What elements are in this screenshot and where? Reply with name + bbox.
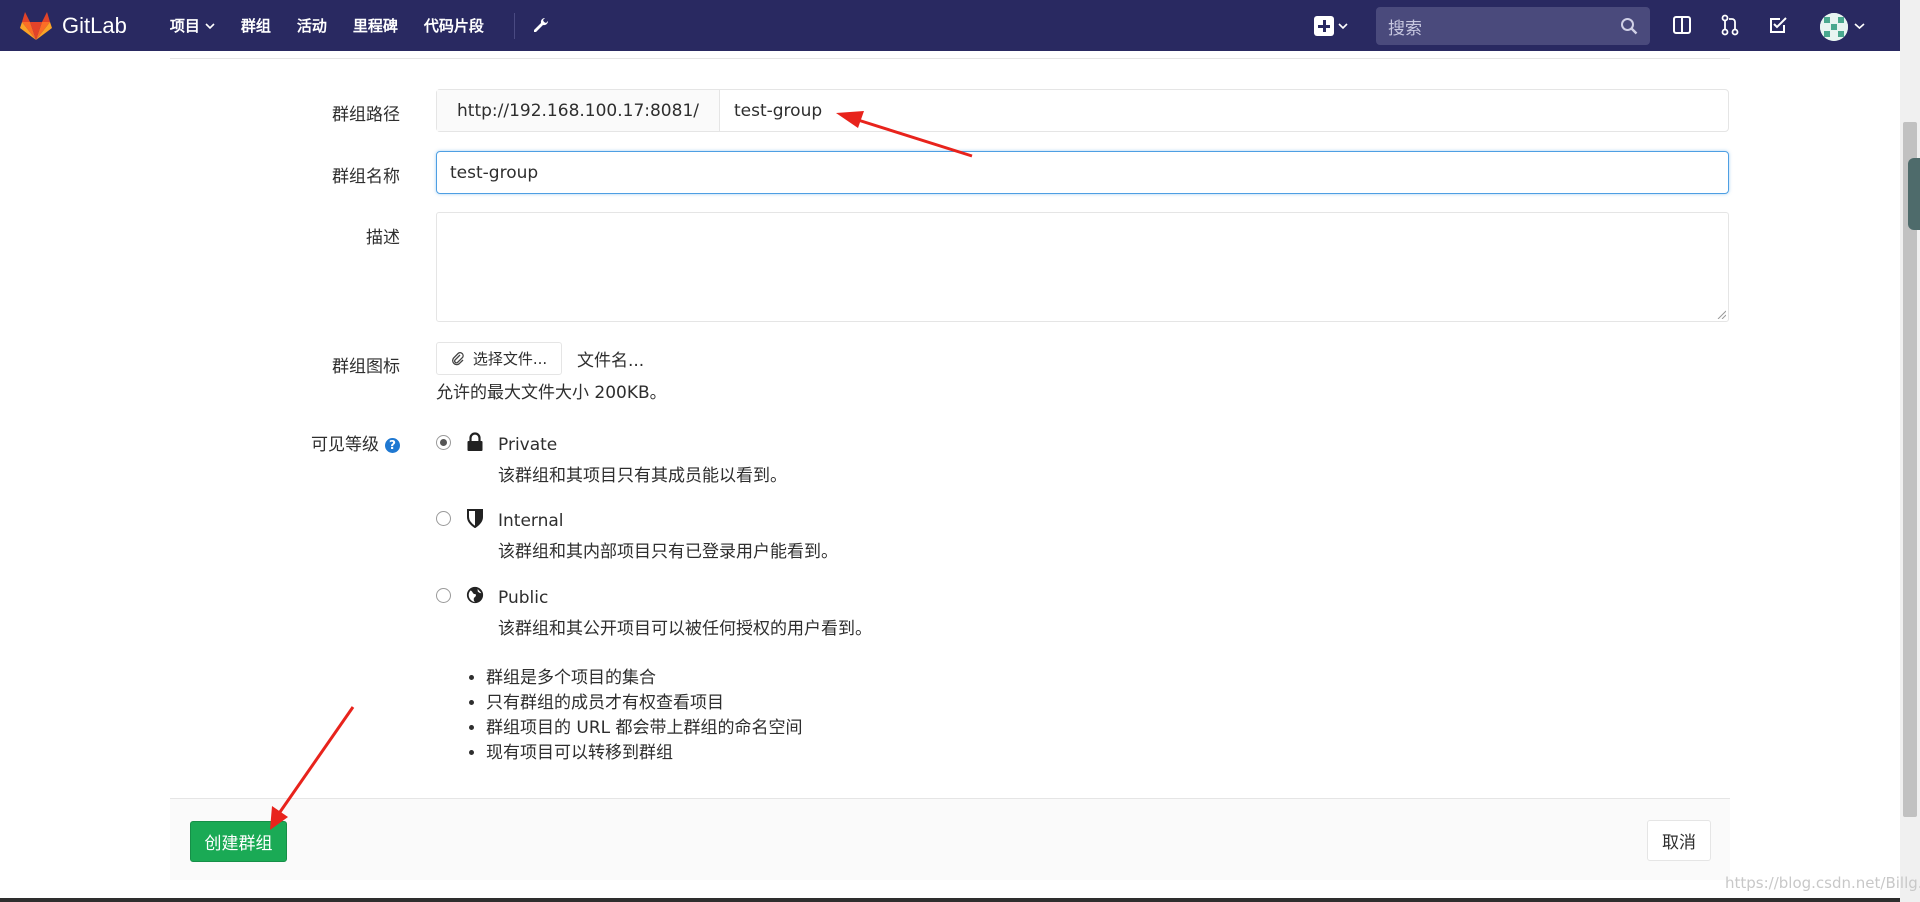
group-path-input[interactable]: test-group (720, 90, 1728, 131)
group-path-prefix: http://192.168.100.17:8081/ (437, 90, 720, 131)
nav-snippets[interactable]: 代码片段 (424, 15, 484, 36)
gitlab-tanuki-icon (20, 11, 52, 40)
private-radio[interactable] (436, 435, 451, 450)
choose-file-label: 选择文件... (472, 350, 548, 368)
nav-projects[interactable]: 项目 (170, 15, 215, 36)
avatar[interactable] (1820, 13, 1848, 41)
watermark: https://blog.csdn.net/Billg... (1725, 874, 1920, 892)
search-input[interactable]: 搜索 (1376, 7, 1650, 45)
file-size-hint: 允许的最大文件大小 200KB。 (436, 383, 667, 403)
page-bottom-edge (0, 898, 1900, 902)
chevron-down-icon (1338, 22, 1348, 29)
visibility-label: 可见等级? (170, 430, 400, 455)
chevron-down-icon (1854, 23, 1865, 30)
create-group-button[interactable]: 创建群组 (190, 821, 287, 862)
chevron-down-icon (205, 22, 215, 29)
internal-description: 该群组和其内部项目只有已登录用户能看到。 (498, 542, 838, 562)
file-name-text: 文件名... (577, 351, 645, 371)
internal-radio[interactable] (436, 511, 451, 526)
top-navbar: GitLab 项目 群组 活动 里程碑 代码片段 搜索 (0, 0, 1900, 51)
group-name-input[interactable]: test-group (436, 151, 1729, 194)
nav-groups[interactable]: 群组 (241, 15, 271, 36)
group-name-label: 群组名称 (332, 167, 400, 187)
form-actions-bar (170, 798, 1730, 880)
public-radio[interactable] (436, 588, 451, 603)
gitlab-logo[interactable]: GitLab (20, 11, 127, 41)
internal-title: Internal (498, 511, 564, 531)
visibility-label-text: 可见等级 (311, 435, 379, 455)
globe-icon (466, 586, 484, 604)
help-icon[interactable]: ? (385, 437, 400, 453)
identicon-icon (1820, 13, 1848, 41)
choose-file-button[interactable]: 选择文件... (436, 342, 562, 375)
sidebar-toggle-icon[interactable] (1671, 14, 1693, 36)
new-dropdown-button[interactable] (1314, 15, 1348, 36)
description-textarea[interactable] (436, 212, 1729, 322)
nav-activity[interactable]: 活动 (297, 15, 327, 36)
plus-icon (1314, 15, 1334, 36)
note-item: 只有群组的成员才有权查看项目 (486, 691, 803, 716)
private-description: 该群组和其项目只有其成员能以看到。 (498, 466, 787, 486)
side-widget (1908, 158, 1920, 230)
group-avatar-label: 群组图标 (332, 357, 400, 377)
cancel-button[interactable]: 取消 (1647, 820, 1711, 861)
lock-icon (467, 432, 483, 451)
group-path-label: 群组路径 (332, 105, 400, 125)
shield-icon (467, 509, 483, 528)
public-description: 该群组和其公开项目可以被任何授权的用户看到。 (498, 619, 872, 639)
private-title: Private (498, 435, 558, 455)
search-icon (1621, 18, 1638, 35)
note-item: 群组项目的 URL 都会带上群组的命名空间 (486, 716, 803, 741)
group-notes-list: 群组是多个项目的集合 只有群组的成员才有权查看项目 群组项目的 URL 都会带上… (466, 666, 803, 766)
paperclip-icon (451, 351, 464, 365)
group-path-field: http://192.168.100.17:8081/ test-group (436, 89, 1729, 132)
nav-milestones[interactable]: 里程碑 (353, 15, 398, 36)
description-label: 描述 (366, 228, 400, 248)
nav-projects-label: 项目 (169, 17, 200, 35)
merge-request-icon[interactable] (1719, 14, 1741, 36)
nav-divider (513, 12, 515, 39)
todo-icon[interactable] (1767, 14, 1789, 36)
search-placeholder: 搜索 (1388, 18, 1422, 39)
public-title: Public (498, 588, 549, 608)
note-item: 群组是多个项目的集合 (486, 666, 803, 691)
divider (170, 58, 1730, 59)
brand-name: GitLab (62, 12, 127, 38)
wrench-icon[interactable] (531, 16, 551, 36)
resize-grip-icon[interactable] (1716, 309, 1726, 319)
note-item: 现有项目可以转移到群组 (486, 741, 803, 766)
